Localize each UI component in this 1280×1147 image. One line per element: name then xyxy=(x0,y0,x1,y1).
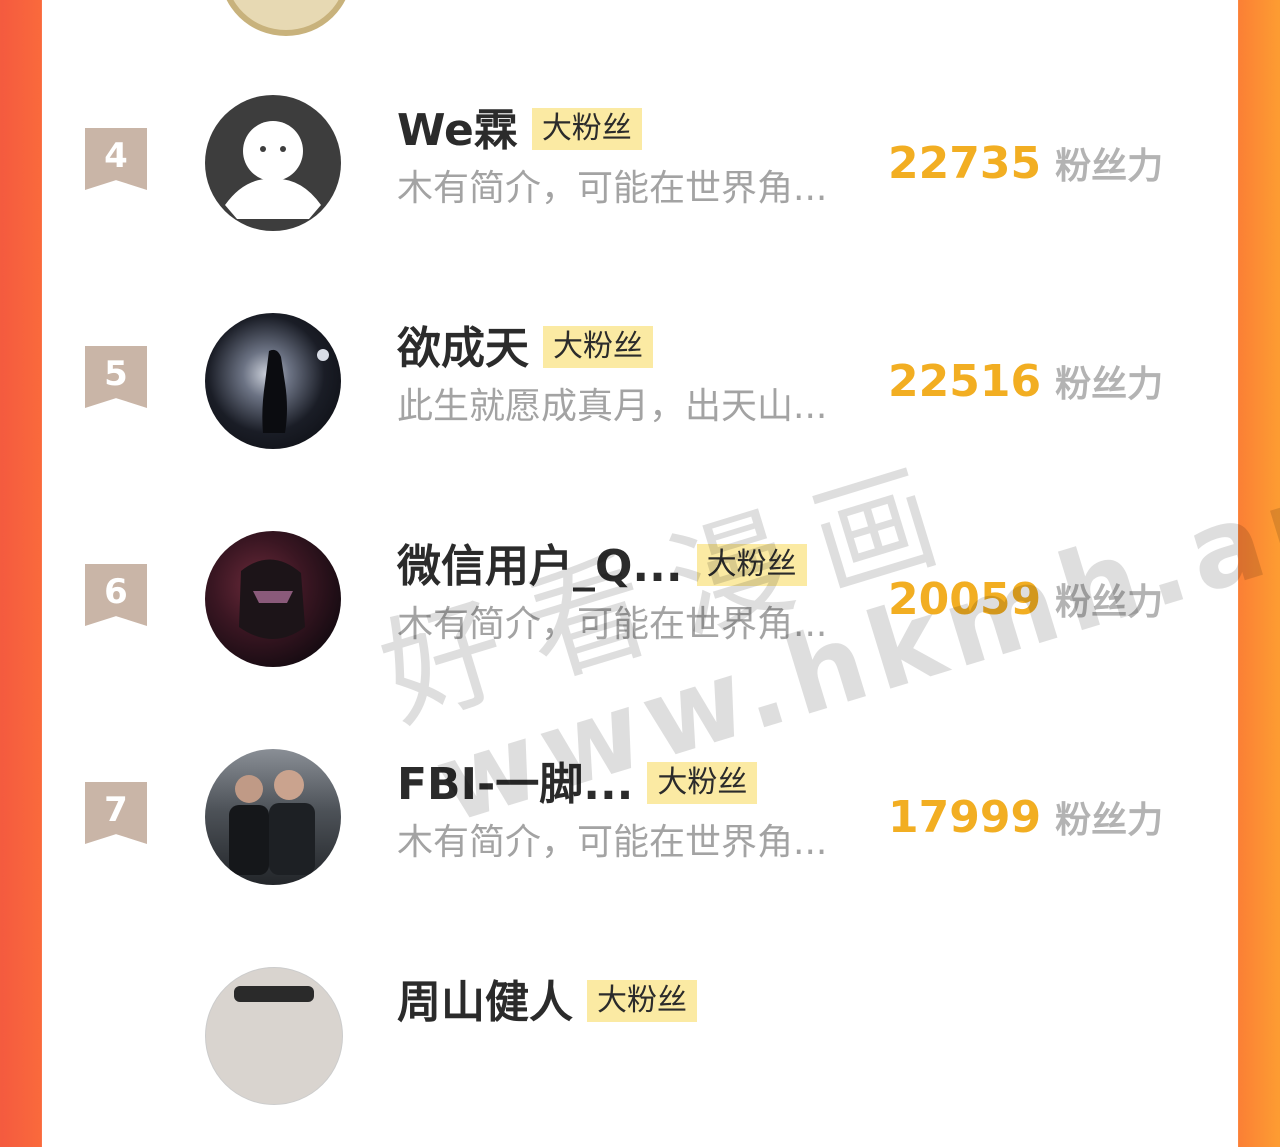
fan-power: 22735 粉丝力 xyxy=(888,137,1163,189)
avatar-image xyxy=(262,349,329,433)
avatar[interactable] xyxy=(205,95,341,231)
user-name[interactable]: 欲成天 大粉丝 xyxy=(397,323,653,375)
fan-power-unit: 粉丝力 xyxy=(1055,800,1164,841)
fan-power-unit: 粉丝力 xyxy=(1055,146,1164,187)
rank-badge: 7 xyxy=(85,782,147,844)
avatar[interactable] xyxy=(205,749,341,885)
fan-level-badge: 大粉丝 xyxy=(543,326,653,368)
fan-level-badge: 大粉丝 xyxy=(587,980,697,1022)
avatar-image xyxy=(229,770,315,875)
list-item[interactable]: 周山健人 大粉丝 xyxy=(42,967,1238,1147)
fan-level-badge: 大粉丝 xyxy=(647,762,758,804)
default-user-icon xyxy=(225,121,321,219)
fan-power-unit: 粉丝力 xyxy=(1055,364,1164,405)
user-bio: 木有简介，可能在世界角... xyxy=(397,822,828,863)
avatar[interactable] xyxy=(205,967,343,1105)
fan-power-value: 22516 xyxy=(888,356,1042,407)
avatar-image xyxy=(234,986,314,1002)
user-bio: 木有简介，可能在世界角... xyxy=(397,168,828,209)
avatar[interactable] xyxy=(205,313,341,449)
rank-badge: 5 xyxy=(85,346,147,408)
fan-power: 17999 粉丝力 xyxy=(888,791,1163,843)
fan-level-badge: 大粉丝 xyxy=(531,108,642,150)
fan-power-value: 20059 xyxy=(888,574,1042,625)
fan-power: 22516 粉丝力 xyxy=(888,355,1163,407)
avatar-rank-3-partial[interactable] xyxy=(220,0,352,36)
user-name[interactable]: 微信用户_Q... 大粉丝 xyxy=(397,541,807,593)
list-item[interactable]: 4 We霖 大粉丝 木有简介，可能在世界角... 22735 粉丝力 xyxy=(42,95,1238,275)
list-item[interactable]: 6 微信用户_Q... 大粉丝 木有简介，可能在世界角... 20059 粉丝力 xyxy=(42,531,1238,711)
user-name[interactable]: 周山健人 大粉丝 xyxy=(397,977,697,1029)
fans-ranking-list: 4 We霖 大粉丝 木有简介，可能在世界角... 22735 粉丝力 5 欲成天… xyxy=(42,0,1238,1105)
rank-badge: 4 xyxy=(85,128,147,190)
user-bio: 木有简介，可能在世界角... xyxy=(397,604,828,645)
fan-power-value: 22735 xyxy=(888,138,1042,189)
fan-power-unit: 粉丝力 xyxy=(1055,582,1164,623)
list-item[interactable]: 7 FBI-一脚... 大粉丝 木有简介，可能在世界角... 17999 粉丝力 xyxy=(42,749,1238,929)
fan-power-value: 17999 xyxy=(888,792,1042,843)
avatar[interactable] xyxy=(205,531,341,667)
fan-level-badge: 大粉丝 xyxy=(696,544,807,586)
user-bio: 此生就愿成真月，出天山... xyxy=(397,386,828,427)
avatar-image xyxy=(239,559,305,639)
list-item[interactable]: 5 欲成天 大粉丝 此生就愿成真月，出天山... 22516 粉丝力 xyxy=(42,313,1238,493)
fan-power: 20059 粉丝力 xyxy=(888,573,1163,625)
user-name[interactable]: We霖 大粉丝 xyxy=(397,105,642,157)
user-name[interactable]: FBI-一脚... 大粉丝 xyxy=(397,759,758,811)
rank-badge: 6 xyxy=(85,564,147,626)
